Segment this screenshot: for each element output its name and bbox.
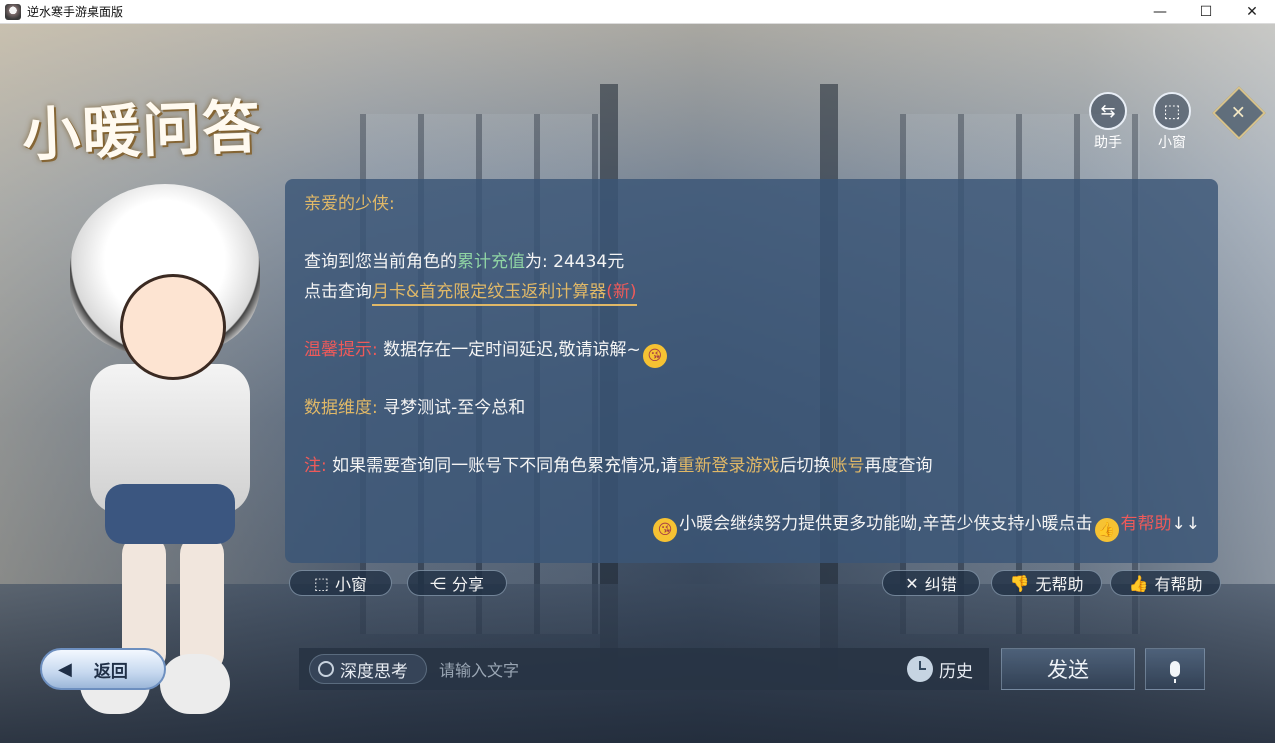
down-arrows: ↓↓	[1171, 514, 1201, 534]
note-account: 账号	[830, 456, 865, 476]
history-button[interactable]: 历史	[907, 654, 973, 684]
history-label: 历史	[939, 661, 973, 682]
thumbs-up-emoji-icon: 👍	[1094, 518, 1119, 542]
not-helpful-label: 无帮助	[1035, 575, 1084, 594]
answer-dialog: 亲爱的少侠: 查询到您当前角色的累计充值为: 24434元 点击查询月卡&首充限…	[285, 179, 1218, 563]
footer-text: 小暖会继续努力提供更多功能呦,辛苦少侠支持小暖点击	[679, 514, 1093, 534]
radio-icon	[318, 661, 334, 677]
dimension-text: 寻梦测试-至今总和	[377, 398, 526, 418]
title-bar: 逆水寒手游桌面版 — ☐ ✕	[0, 0, 1275, 24]
clock-icon	[907, 656, 933, 682]
helpful-label: 有帮助	[1154, 575, 1203, 594]
calculator-line: 点击查询月卡&首充限定纹玉返利计算器(新)	[304, 277, 637, 307]
tip-label: 温馨提示:	[304, 340, 378, 360]
window-controls: — ☐ ✕	[1137, 0, 1275, 24]
helpful-button[interactable]: 👍 有帮助	[1110, 570, 1221, 596]
page-title: 小暖问答	[21, 92, 264, 170]
close-button[interactable]: ✕	[1229, 0, 1275, 24]
voice-input-button[interactable]	[1145, 648, 1205, 690]
minimize-window-icon: ⬚	[1153, 92, 1191, 130]
chat-input-bar: 深度思考 历史	[299, 648, 989, 690]
recharge-value: 为: 24434元	[525, 252, 625, 272]
minimize-button[interactable]: —	[1137, 0, 1183, 24]
note-text: 后切换	[779, 456, 831, 476]
miniwindow-label: 小窗	[335, 575, 368, 594]
deep-think-label: 深度思考	[340, 661, 408, 682]
correct-label: 纠错	[924, 575, 957, 594]
note-relogin: 重新登录游戏	[677, 456, 780, 476]
share-icon: ⋲	[429, 573, 446, 593]
dimension-label: 数据维度:	[304, 398, 378, 418]
note-line: 注: 如果需要查询同一账号下不同角色累充情况,请重新登录游戏后切换账号再度查询	[304, 451, 933, 481]
character-leg	[180, 534, 224, 674]
character-face	[120, 274, 226, 380]
character-shorts	[105, 484, 235, 544]
kiss-emoji-icon: 😘	[642, 344, 667, 368]
back-label: 返回	[93, 661, 128, 682]
recharge-line: 查询到您当前角色的累计充值为: 24434元	[304, 247, 624, 277]
swap-arrows-icon: ⇆	[1089, 92, 1127, 130]
back-button[interactable]: ◀ 返回	[40, 648, 166, 690]
recharge-key: 累计充值	[457, 252, 525, 272]
game-stage: 小暖问答 ⇆ 助手 ⬚ 小窗 ✕ 亲爱的少侠: 查询到您当前角色的累计充值为: …	[0, 24, 1275, 743]
miniwindow-button[interactable]: ⬚ 小窗	[289, 570, 392, 596]
back-arrow-icon: ◀	[58, 658, 72, 680]
recharge-prefix: 查询到您当前角色的	[304, 252, 457, 272]
footer-line: 😘 小暖会继续努力提供更多功能呦,辛苦少侠支持小暖点击 👍 有帮助↓↓	[651, 509, 1200, 542]
note-text: 再度查询	[864, 456, 933, 476]
new-badge: (新)	[606, 282, 637, 302]
kiss-emoji-icon: 😘	[653, 518, 678, 542]
tip-text: 数据存在一定时间延迟,敬请谅解~	[377, 340, 641, 360]
calculator-link-text: 月卡&首充限定纹玉返利计算器	[372, 282, 607, 302]
close-x-icon: ✕	[1231, 102, 1247, 124]
maximize-button[interactable]: ☐	[1183, 0, 1229, 24]
window-title: 逆水寒手游桌面版	[27, 5, 124, 19]
character-boot	[160, 654, 230, 714]
thumbs-down-icon: 👎	[1009, 573, 1030, 593]
app-icon	[5, 3, 21, 20]
miniwindow-top-label: 小窗	[1158, 135, 1186, 151]
note-label: 注:	[304, 456, 327, 476]
share-label: 分享	[451, 575, 484, 594]
not-helpful-button[interactable]: 👎 无帮助	[991, 570, 1102, 596]
cross-icon: ✕	[905, 573, 919, 593]
chat-input[interactable]	[437, 654, 891, 686]
dimension-line: 数据维度: 寻梦测试-至今总和	[304, 393, 525, 423]
greeting: 亲爱的少侠:	[304, 194, 395, 214]
share-button[interactable]: ⋲ 分享	[407, 570, 507, 596]
thumbs-up-icon: 👍	[1128, 573, 1149, 593]
note-text: 如果需要查询同一账号下不同角色累充情况,请	[326, 456, 678, 476]
deep-think-toggle[interactable]: 深度思考	[309, 654, 427, 684]
minimize-window-icon: ⬚	[313, 573, 330, 593]
calculator-prefix: 点击查询	[304, 282, 372, 302]
mascot-character	[10, 184, 300, 724]
tip-line: 温馨提示: 数据存在一定时间延迟,敬请谅解~ 😘	[304, 335, 669, 368]
assistant-button[interactable]: ⇆ 助手	[1086, 92, 1130, 152]
footer-helpful: 有帮助	[1120, 514, 1172, 534]
microphone-icon	[1170, 661, 1180, 683]
send-button[interactable]: 发送	[1001, 648, 1135, 690]
assistant-label: 助手	[1094, 135, 1122, 151]
calculator-link[interactable]: 月卡&首充限定纹玉返利计算器(新)	[372, 282, 637, 306]
miniwindow-top-button[interactable]: ⬚ 小窗	[1150, 92, 1194, 152]
close-panel-button[interactable]: ✕	[1212, 86, 1266, 140]
correct-button[interactable]: ✕ 纠错	[882, 570, 980, 596]
